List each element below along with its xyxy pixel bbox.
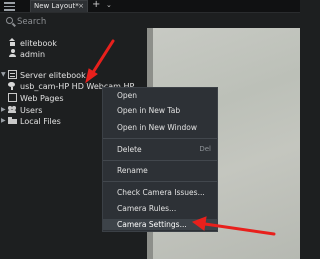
annotation-arrow [85, 39, 115, 84]
annotation-arrow [191, 216, 276, 236]
annotation-arrows [85, 39, 276, 236]
